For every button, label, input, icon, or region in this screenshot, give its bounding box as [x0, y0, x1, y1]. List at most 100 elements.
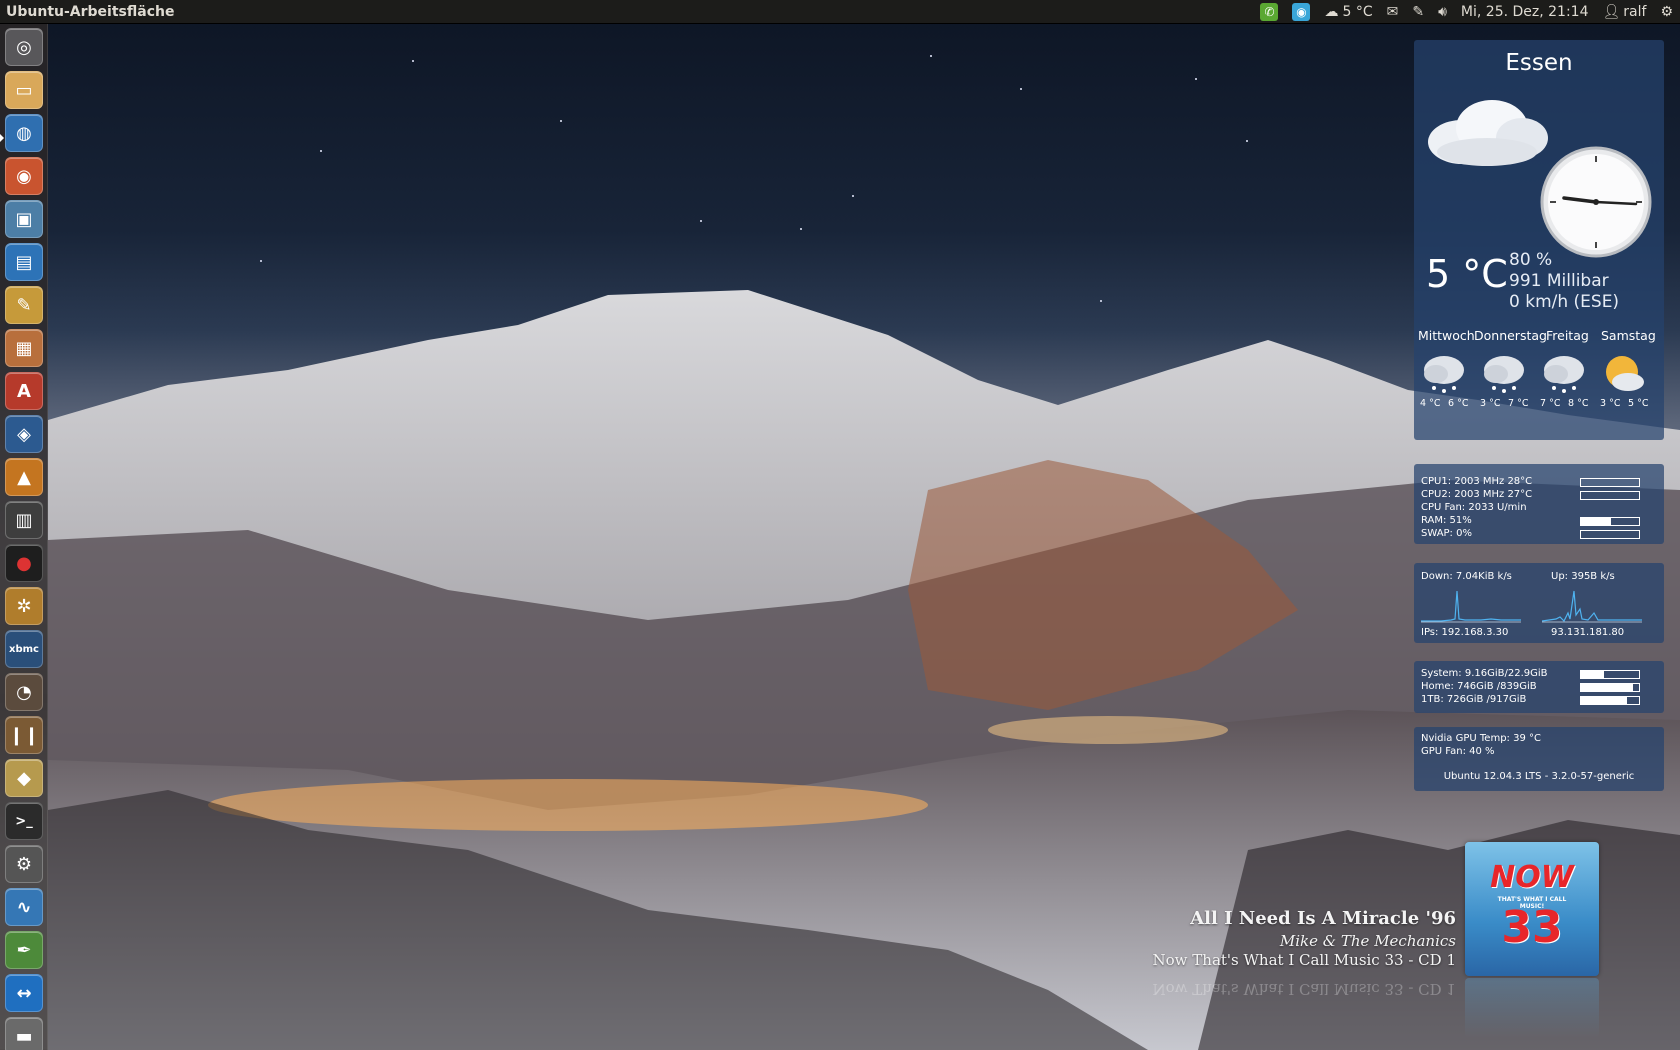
tb-disk-bar [1580, 696, 1640, 705]
upload-speed: Up: 395B k/s [1551, 571, 1615, 582]
forecast-low: 3 °C [1480, 398, 1501, 409]
running-indicator [0, 134, 4, 142]
notepad-icon: ✎ [16, 294, 32, 316]
gpu-desklet: Nvidia GPU Temp: 39 °C GPU Fan: 40 % Ubu… [1414, 727, 1664, 791]
star [700, 220, 702, 222]
weather-indicator[interactable]: ☁ 5 °C [1317, 0, 1379, 24]
globe-icon: ◈ [17, 423, 31, 445]
files-launcher[interactable]: ▭ [5, 71, 43, 109]
record-tool-launcher[interactable]: ● [5, 544, 43, 582]
photo-icon: ▦ [15, 337, 33, 359]
screenshot-launcher[interactable]: ▣ [5, 200, 43, 238]
snow-cloud-icon [1544, 356, 1584, 393]
sound-app-launcher[interactable]: ◔ [5, 673, 43, 711]
session-indicator[interactable]: ⚙ [1653, 0, 1680, 24]
forecast-low: 4 °C [1420, 398, 1441, 409]
skype-indicator[interactable]: ✆ [1253, 0, 1285, 24]
star [320, 150, 322, 152]
album-cover[interactable]: NOW THAT'S WHAT I CALL MUSIC! 33 [1465, 842, 1599, 976]
album-cover-number: 33 [1501, 902, 1563, 953]
system-monitor-launcher[interactable]: ∿ [5, 888, 43, 926]
settings-tool-launcher[interactable]: ⚙ [5, 845, 43, 883]
forecast-high: 8 °C [1568, 398, 1589, 409]
star [412, 60, 414, 62]
cloud-icon [1428, 100, 1548, 166]
humidity: 80 % [1509, 250, 1553, 270]
pdf-icon: A [17, 380, 31, 402]
video-editor-launcher[interactable]: ▥ [5, 501, 43, 539]
weather-desklet: Essen 5 °C 80 % 991 Millibar 0 km/h (ESE… [1414, 40, 1664, 440]
star [1246, 140, 1248, 142]
download-graph [1421, 590, 1521, 623]
speaker-icon: ◔ [16, 681, 32, 703]
tb-disk-info: 1TB: 726GiB /917GiB [1421, 694, 1527, 705]
text-editor-launcher[interactable]: ✎ [5, 286, 43, 324]
system-disk-info: System: 9.16GiB/22.9GiB [1421, 668, 1548, 679]
envelope-icon: ✉ [1386, 4, 1399, 20]
star [1195, 78, 1197, 80]
upload-graph [1542, 590, 1642, 623]
pdf-viewer-launcher[interactable]: A [5, 372, 43, 410]
chromium-launcher[interactable]: ◉ [5, 157, 43, 195]
firefox-launcher[interactable]: ◍ [5, 114, 43, 152]
network-indicator[interactable]: ◉ [1285, 0, 1317, 24]
terminal-launcher[interactable]: >_ [5, 802, 43, 840]
network-tool-launcher[interactable]: ◈ [5, 415, 43, 453]
writer-launcher[interactable]: ▤ [5, 243, 43, 281]
album-cover-now: NOW [1490, 860, 1574, 895]
track-album: Now That's What I Call Music 33 - CD 1 [1152, 951, 1456, 969]
forecast-day: Mittwoch [1418, 328, 1475, 343]
pineapple-app-launcher[interactable]: ✲ [5, 587, 43, 625]
dash-home-button[interactable]: ◎ [5, 28, 43, 66]
system-disk-bar-fill [1581, 671, 1605, 678]
snow-cloud-icon [1484, 356, 1524, 393]
teamviewer-launcher[interactable]: ↔ [5, 974, 43, 1012]
pineapple-icon: ✲ [16, 595, 32, 617]
star [852, 195, 854, 197]
tweak-tool-launcher[interactable]: ✒ [5, 931, 43, 969]
star [930, 55, 932, 57]
xbmc-launcher[interactable]: xbmc [5, 630, 43, 668]
film-icon: ▥ [15, 509, 33, 531]
bluetooth-indicator[interactable]: ✎ [1405, 0, 1431, 24]
image-viewer-launcher[interactable]: ▦ [5, 329, 43, 367]
star [800, 228, 802, 230]
analog-clock [1540, 146, 1652, 258]
speaker-icon: 🔊︎ [1438, 4, 1447, 20]
disk-usage-desklet: System: 9.16GiB/22.9GiB Home: 746GiB /83… [1414, 661, 1664, 713]
clock-indicator[interactable]: Mi, 25. Dez, 21:14 [1454, 0, 1596, 24]
forecast-high: 5 °C [1628, 398, 1649, 409]
phone-icon: ✆ [1260, 3, 1279, 21]
cpu1-bar [1580, 478, 1640, 487]
archive-launcher[interactable]: ◆ [5, 759, 43, 797]
current-temperature: 5 °C [1426, 252, 1508, 296]
forecast-day: Samstag [1601, 328, 1656, 343]
camera-icon: ▣ [15, 208, 33, 230]
local-ip: IPs: 192.168.3.30 [1421, 627, 1509, 638]
trash-launcher[interactable]: ▬ [5, 1017, 43, 1050]
wind: 0 km/h (ESE) [1509, 292, 1620, 312]
tools-icon: ⚙ [15, 853, 33, 875]
cloud-icon: ☁ [1324, 4, 1339, 20]
forecast-low: 3 °C [1600, 398, 1621, 409]
graph-icon: ∿ [16, 896, 32, 918]
vlc-launcher[interactable]: ▲ [5, 458, 43, 496]
teamviewer-icon: ↔ [16, 982, 32, 1004]
messaging-indicator[interactable]: ✉ [1380, 0, 1406, 24]
user-indicator[interactable]: 👤︎ ralf [1596, 0, 1654, 24]
library-launcher[interactable]: ❙❙ [5, 716, 43, 754]
indicator-area: ✆ ◉ ☁ 5 °C ✉ ✎ 🔊︎ Mi, 25. Dez, 21:14 👤︎ … [1253, 0, 1680, 24]
star [1100, 300, 1102, 302]
star [560, 120, 562, 122]
cpu-ram-desklet: CPU1: 2003 MHz 28°C CPU2: 2003 MHz 27°C … [1414, 464, 1664, 544]
cpu2-info: CPU2: 2003 MHz 27°C [1421, 489, 1533, 500]
star [260, 260, 262, 262]
user-icon: 👤︎ [1602, 4, 1621, 20]
books-icon: ❙❙ [8, 724, 40, 746]
forecast-low: 7 °C [1540, 398, 1561, 409]
pressure: 991 Millibar [1509, 271, 1609, 291]
forecast-day: Freitag [1546, 328, 1589, 343]
sound-indicator[interactable]: 🔊︎ [1431, 0, 1454, 24]
gpu-temp: Nvidia GPU Temp: 39 °C [1421, 733, 1541, 744]
weather-city: Essen [1505, 50, 1573, 76]
